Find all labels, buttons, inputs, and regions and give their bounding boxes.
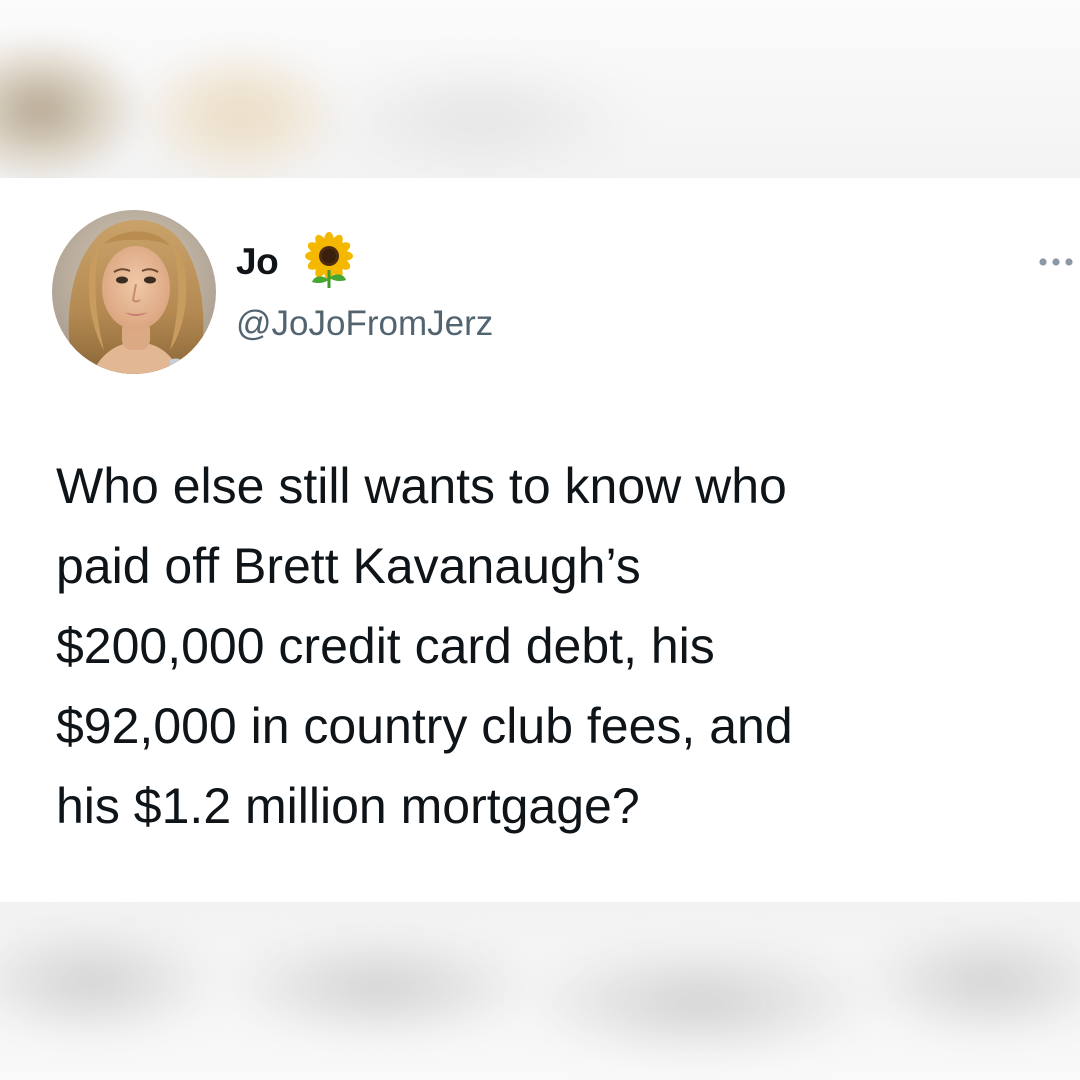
display-name[interactable]: Jo xyxy=(236,240,279,284)
sunflower-icon xyxy=(302,232,356,290)
user-handle[interactable]: @JoJoFromJerz xyxy=(236,302,493,346)
blurred-background-top xyxy=(0,0,1080,178)
more-dots-icon[interactable] xyxy=(1036,252,1076,272)
blurred-background-bottom xyxy=(0,902,1080,1080)
avatar[interactable] xyxy=(52,210,216,374)
tweet-text: Who else still wants to know who paid of… xyxy=(56,458,793,834)
screenshot-page: Jo @JoJoFromJerz Who else still wants to… xyxy=(0,0,1080,1080)
